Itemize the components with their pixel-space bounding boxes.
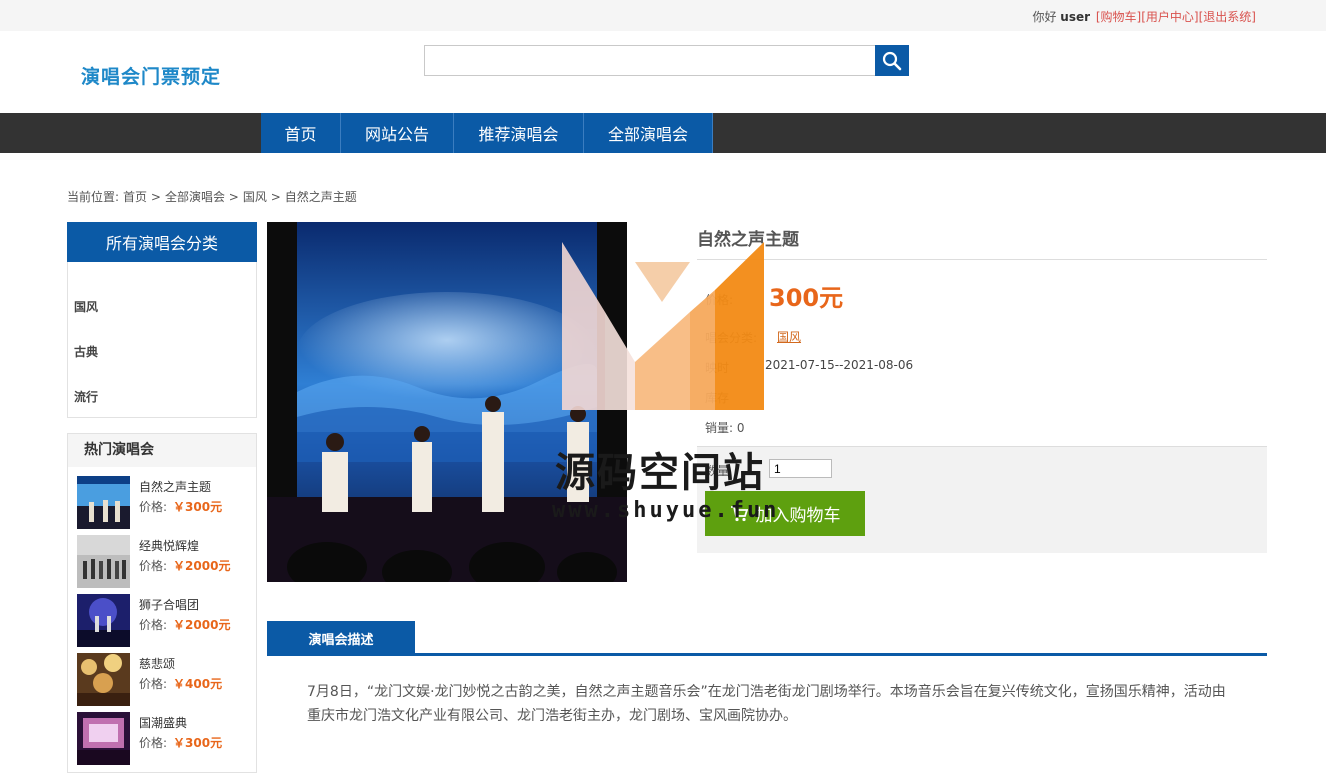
hot-item-price-value: ￥300元 xyxy=(173,736,223,750)
search-button[interactable] xyxy=(875,45,909,76)
category-panel: 所有演唱会分类 国风 古典 流行 xyxy=(67,222,257,418)
hot-item-price: 价格: ￥300元 xyxy=(139,734,222,751)
nav-recommended[interactable]: 推荐演唱会 xyxy=(454,113,584,153)
tab-underline xyxy=(267,653,1267,656)
sales-label: 销量: 0 xyxy=(705,419,745,436)
hot-item-price: 价格: ￥2000元 xyxy=(139,557,230,574)
hot-item-thumbnail[interactable] xyxy=(77,476,130,529)
product-title: 自然之声主题 xyxy=(697,230,799,250)
date-label: 映时 xyxy=(705,361,730,375)
product-category-link[interactable]: 国风 xyxy=(777,328,801,345)
sales-count: 0 xyxy=(736,421,745,435)
hot-item[interactable]: 自然之声主题 价格: ￥300元 xyxy=(77,476,252,530)
category-label: 唱会分类: xyxy=(705,331,758,345)
nav-home[interactable]: 首页 xyxy=(261,113,341,153)
logout-link[interactable]: [退出系统] xyxy=(1199,10,1256,24)
category-item-pop[interactable]: 流行 xyxy=(74,388,98,405)
hot-item-name[interactable]: 国潮盛典 xyxy=(139,714,187,731)
product-price: 300元 xyxy=(769,284,844,312)
greeting-text: 你好 xyxy=(1032,10,1057,24)
user-center-link[interactable]: [用户中心] xyxy=(1141,10,1198,24)
search-input[interactable] xyxy=(424,45,876,76)
price-label: 价格: xyxy=(705,293,734,307)
user-links: 你好 user [购物车][用户中心][退出系统] xyxy=(1032,8,1256,25)
hot-item-price-label: 价格: xyxy=(139,618,168,632)
category-item-guofeng[interactable]: 国风 xyxy=(74,298,98,315)
top-bar: 你好 user [购物车][用户中心][退出系统] xyxy=(0,0,1326,31)
site-logo[interactable]: 演唱会门票预定 xyxy=(81,62,221,89)
hot-item-name[interactable]: 自然之声主题 xyxy=(139,478,211,495)
product-dates: 2021-07-15--2021-08-06 xyxy=(765,358,914,372)
hot-item[interactable]: 狮子合唱团 价格: ￥2000元 xyxy=(77,594,252,648)
hot-item-price-label: 价格: xyxy=(139,736,168,750)
category-item-classical[interactable]: 古典 xyxy=(74,343,98,360)
hot-item-price: 价格: ￥400元 xyxy=(139,675,222,692)
watermark-text: 源码空间站 xyxy=(555,450,765,496)
breadcrumb-separator: > xyxy=(270,190,281,204)
breadcrumb-home[interactable]: 首页 xyxy=(123,190,147,204)
breadcrumb: 当前位置: 首页 > 全部演唱会 > 国风 > 自然之声主题 xyxy=(67,188,361,205)
hot-item-price-value: ￥400元 xyxy=(173,677,223,691)
stock-label: 库存 xyxy=(705,391,730,405)
category-panel-title: 所有演唱会分类 xyxy=(67,222,257,262)
hot-item-price-value: ￥2000元 xyxy=(173,618,231,632)
concert-main-image xyxy=(267,222,627,582)
hot-concerts-title: 热门演唱会 xyxy=(68,434,256,467)
username: user xyxy=(1060,10,1091,24)
breadcrumb-current: 自然之声主题 xyxy=(284,190,357,204)
hot-item-price-label: 价格: xyxy=(139,559,168,573)
tab-description[interactable]: 演唱会描述 xyxy=(267,621,415,655)
hot-item-price: 价格: ￥2000元 xyxy=(139,616,230,633)
sales-label-text: 销量: xyxy=(705,421,734,435)
hot-item-price: 价格: ￥300元 xyxy=(139,498,222,515)
header: 演唱会门票预定 xyxy=(0,31,1326,113)
hot-item[interactable]: 国潮盛典 价格: ￥300元 xyxy=(77,712,252,766)
hot-item[interactable]: 经典悦辉煌 价格: ￥2000元 xyxy=(77,535,252,589)
hot-item[interactable]: 慈悲颂 价格: ￥400元 xyxy=(77,653,252,707)
hot-item-price-value: ￥300元 xyxy=(173,500,223,514)
hot-item-thumbnail[interactable] xyxy=(77,594,130,647)
hot-item-price-value: ￥2000元 xyxy=(173,559,231,573)
quantity-input[interactable] xyxy=(769,459,832,478)
hot-concerts-panel: 热门演唱会 自然之声主题 价格: ￥300元 经典悦辉煌 价格: ￥2000元 狮子… xyxy=(67,433,257,773)
hot-item-price-label: 价格: xyxy=(139,677,168,691)
hot-item-thumbnail[interactable] xyxy=(77,535,130,588)
main-nav: 首页 网站公告 推荐演唱会 全部演唱会 xyxy=(0,113,1326,153)
breadcrumb-category[interactable]: 国风 xyxy=(243,190,267,204)
nav-announcements[interactable]: 网站公告 xyxy=(341,113,454,153)
cart-link[interactable]: [购物车] xyxy=(1096,10,1141,24)
nav-all-concerts[interactable]: 全部演唱会 xyxy=(584,113,713,153)
hot-item-price-label: 价格: xyxy=(139,500,168,514)
breadcrumb-prefix: 当前位置: xyxy=(67,190,120,204)
search-icon xyxy=(882,51,902,70)
title-divider xyxy=(697,259,1267,260)
hot-item-name[interactable]: 狮子合唱团 xyxy=(139,596,199,613)
search-bar xyxy=(424,45,909,76)
hot-item-thumbnail[interactable] xyxy=(77,653,130,706)
breadcrumb-separator: > xyxy=(228,190,239,204)
breadcrumb-separator: > xyxy=(150,190,161,204)
watermark-url: www.shuyue.fun xyxy=(552,498,780,523)
description-text: 7月8日，“龙门文娱·龙门妙悦之古韵之美，自然之声主题音乐会”在龙门浩老街龙门剧… xyxy=(307,684,1226,724)
hot-item-name[interactable]: 经典悦辉煌 xyxy=(139,537,199,554)
hot-item-name[interactable]: 慈悲颂 xyxy=(139,655,175,672)
breadcrumb-all[interactable]: 全部演唱会 xyxy=(165,190,225,204)
hot-item-thumbnail[interactable] xyxy=(77,712,130,765)
